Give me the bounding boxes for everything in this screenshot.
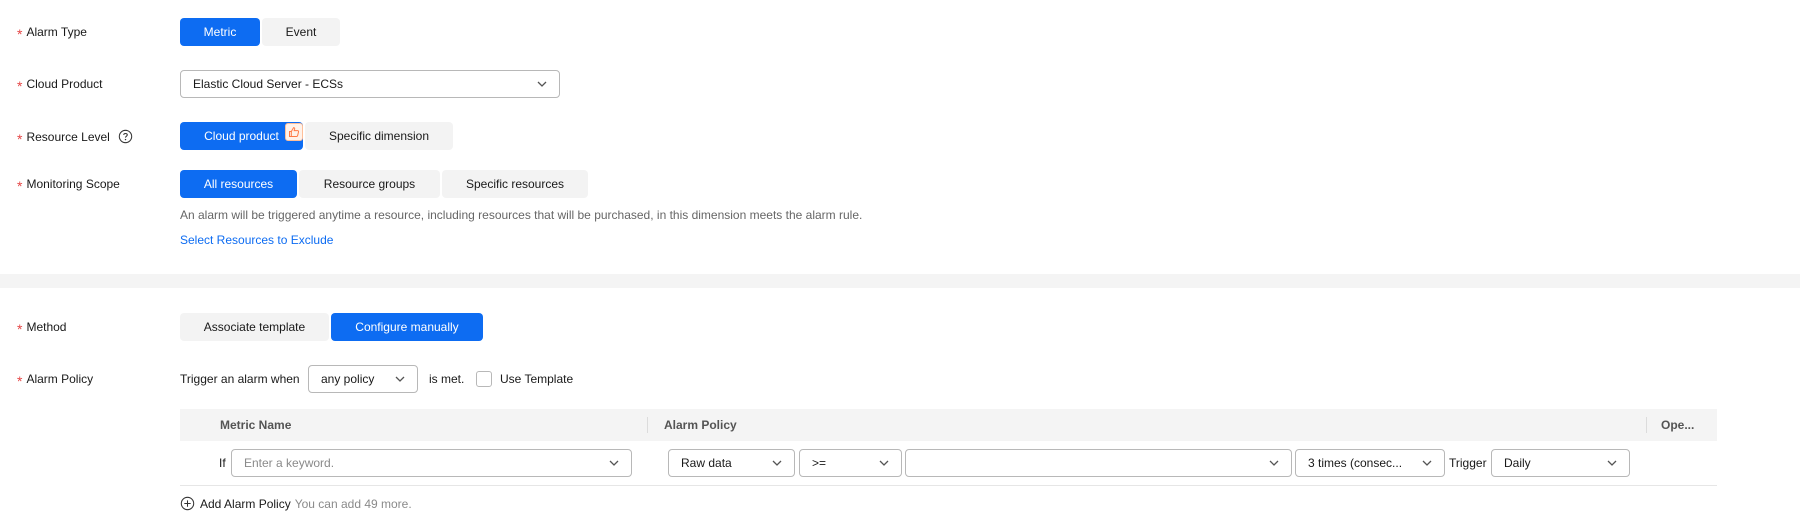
required-marker: * <box>17 78 23 94</box>
chevron-down-icon <box>879 460 889 466</box>
chevron-down-icon <box>1269 460 1279 466</box>
frequency-select[interactable]: 3 times (consec... <box>1295 449 1445 477</box>
chevron-down-icon <box>1422 460 1432 466</box>
alarm-policy-label-text: Alarm Policy <box>26 372 94 386</box>
required-marker: * <box>17 321 23 337</box>
alarm-type-metric-button[interactable]: Metric <box>180 18 260 46</box>
metric-name-select[interactable]: Enter a keyword. <box>231 449 632 477</box>
chevron-down-icon <box>395 376 405 382</box>
method-label: * Method <box>17 320 67 337</box>
trigger-condition-prefix: Trigger an alarm when <box>180 372 300 386</box>
data-type-select[interactable]: Raw data <box>668 449 795 477</box>
alarm-policy-table-header: Metric Name Alarm Policy Ope... <box>180 409 1717 441</box>
monitoring-scope-label: * Monitoring Scope <box>17 177 120 194</box>
frequency-value: 3 times (consec... <box>1308 456 1403 470</box>
method-segment: Associate template Configure manually <box>180 313 483 341</box>
add-alarm-policy-label: Add Alarm Policy <box>200 496 291 511</box>
operator-select[interactable]: >= <box>799 449 902 477</box>
scope-specific-resources-button[interactable]: Specific resources <box>442 170 588 198</box>
required-marker: * <box>17 130 23 147</box>
column-metric-name: Metric Name <box>220 418 292 432</box>
alarm-type-label-text: Alarm Type <box>26 25 87 39</box>
threshold-select[interactable] <box>905 449 1292 477</box>
method-associate-template-button[interactable]: Associate template <box>180 313 329 341</box>
add-circle-icon <box>180 496 195 511</box>
trigger-label: Trigger <box>1449 456 1487 470</box>
trigger-condition-suffix: is met. <box>429 372 465 386</box>
alarm-type-label: * Alarm Type <box>17 25 87 42</box>
chevron-down-icon <box>772 460 782 466</box>
resource-level-label: * Resource Level <box>17 129 133 147</box>
cloud-product-select[interactable]: Elastic Cloud Server - ECSs <box>180 70 560 98</box>
alarm-type-segment: Metric Event <box>180 18 340 46</box>
trigger-policy-select[interactable]: any policy <box>308 365 418 393</box>
scope-all-resources-button[interactable]: All resources <box>180 170 297 198</box>
resource-level-segment: Cloud product Specific dimension <box>180 122 453 150</box>
trigger-period-select[interactable]: Daily <box>1491 449 1630 477</box>
chevron-down-icon <box>609 460 619 466</box>
monitoring-scope-hint: An alarm will be triggered anytime a res… <box>180 208 863 222</box>
monitoring-scope-segment: All resources Resource groups Specific r… <box>180 170 588 198</box>
resource-level-label-text: Resource Level <box>26 129 110 144</box>
cloud-product-label: * Cloud Product <box>17 77 103 94</box>
if-label: If <box>219 456 226 470</box>
chevron-down-icon <box>1607 460 1617 466</box>
required-marker: * <box>17 373 23 389</box>
method-configure-manually-button[interactable]: Configure manually <box>331 313 483 341</box>
required-marker: * <box>17 178 23 194</box>
alarm-policy-label: * Alarm Policy <box>17 372 94 389</box>
method-label-text: Method <box>26 320 67 334</box>
column-separator <box>1646 417 1647 433</box>
alarm-type-event-button[interactable]: Event <box>262 18 340 46</box>
table-row-divider <box>180 485 1717 486</box>
scope-resource-groups-button[interactable]: Resource groups <box>299 170 440 198</box>
use-template-label: Use Template <box>500 372 574 386</box>
add-alarm-policy-hint: You can add 49 more. <box>294 496 412 511</box>
trigger-policy-value: any policy <box>321 372 375 386</box>
trigger-period-value: Daily <box>1504 456 1531 470</box>
operator-value: >= <box>812 456 827 470</box>
use-template-checkbox[interactable] <box>476 371 492 387</box>
select-resources-to-exclude-link[interactable]: Select Resources to Exclude <box>180 233 333 247</box>
required-marker: * <box>17 26 23 42</box>
column-alarm-policy: Alarm Policy <box>664 418 737 432</box>
add-alarm-policy-button[interactable]: Add Alarm Policy <box>180 496 291 511</box>
column-separator <box>647 417 648 433</box>
section-divider <box>0 274 1800 288</box>
resource-level-specific-dimension-button[interactable]: Specific dimension <box>305 122 453 150</box>
data-type-value: Raw data <box>681 456 732 470</box>
chevron-down-icon <box>537 81 547 87</box>
cloud-product-value: Elastic Cloud Server - ECSs <box>193 77 344 91</box>
column-operation: Ope... <box>1661 418 1695 432</box>
cloud-product-label-text: Cloud Product <box>26 77 103 91</box>
add-alarm-policy-row: Add Alarm Policy You can add 49 more. <box>180 496 412 511</box>
metric-name-placeholder: Enter a keyword. <box>244 456 335 470</box>
monitoring-scope-label-text: Monitoring Scope <box>26 177 120 191</box>
question-circle-icon[interactable] <box>118 129 133 144</box>
thumbs-up-icon <box>285 123 303 141</box>
